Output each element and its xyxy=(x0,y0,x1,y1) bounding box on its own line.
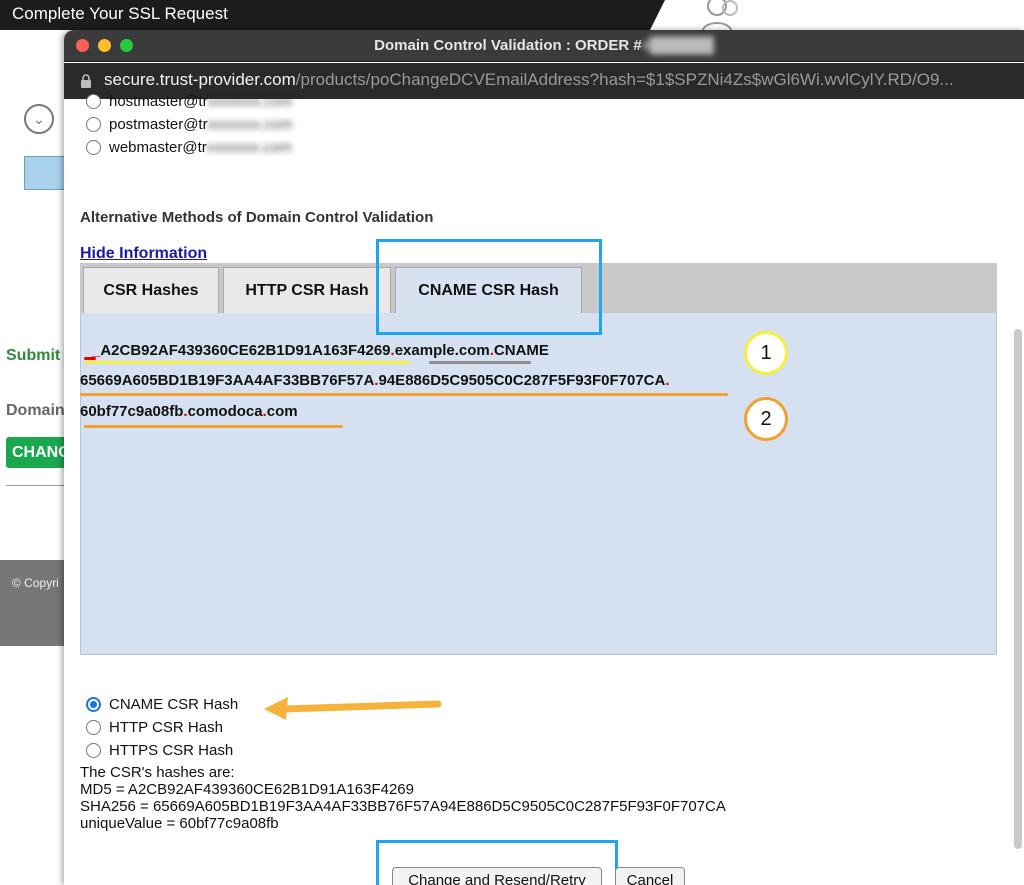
scrollbar[interactable] xyxy=(1012,329,1024,885)
cname-tab-highlight-box xyxy=(376,239,602,335)
tab-csr-hashes[interactable]: CSR Hashes xyxy=(83,267,219,313)
background-copyright: © Copyri xyxy=(12,576,59,590)
method-option-cname[interactable]: CNAME CSR Hash xyxy=(86,696,238,713)
hash-yellow-underline xyxy=(84,361,410,364)
domain-gray-underline xyxy=(429,361,531,364)
method-option-http[interactable]: HTTP CSR Hash xyxy=(86,719,223,736)
cancel-button[interactable]: Cancel xyxy=(615,867,685,885)
change-resend-button[interactable]: Change and Resend/Retry xyxy=(392,867,602,885)
hide-information-link[interactable]: Hide Information xyxy=(80,245,207,263)
cname-target-domain: 60bf77c9a08fb.comodoca.com xyxy=(80,403,298,420)
lock-icon xyxy=(81,74,91,88)
arrow-left-icon xyxy=(264,697,442,720)
order-number-blurred: 4██████ xyxy=(641,37,714,54)
background-divider xyxy=(6,485,66,486)
scrollbar-thumb[interactable] xyxy=(1014,329,1022,849)
email-option-webmaster[interactable]: webmaster@tr xxxxxxx.com xyxy=(86,139,292,156)
popup-content: hostmaster@tr xxxxxxx.com postmaster@tr xx… xyxy=(64,93,1024,885)
radio-button[interactable] xyxy=(86,743,101,758)
background-page-title: Complete Your SSL Request xyxy=(12,4,228,23)
cname-target-line: 65669A605BD1B19F3AA4AF33BB76F57A.94E886D… xyxy=(80,372,670,389)
alt-methods-heading: Alternative Methods of Domain Control Va… xyxy=(80,209,434,226)
screen: Complete Your SSL Request ⌄ Submit Domai… xyxy=(0,0,1024,885)
url-text[interactable]: secure.trust-provider.com/products/poCha… xyxy=(104,70,954,90)
chevron-down-icon[interactable]: ⌄ xyxy=(24,104,54,134)
dcv-popup-window: Domain Control Validation : ORDER #4████… xyxy=(64,30,1024,885)
cname-panel xyxy=(80,313,997,655)
background-footer xyxy=(0,560,64,646)
email-option-hostmaster[interactable]: hostmaster@tr xxxxxxx.com xyxy=(86,93,293,110)
method-option-https[interactable]: HTTPS CSR Hash xyxy=(86,742,233,759)
email-option-postmaster[interactable]: postmaster@tr xxxxxxx.com xyxy=(86,116,293,133)
background-change-button[interactable]: CHANGE xyxy=(6,437,70,468)
underscore-red-mark xyxy=(84,357,96,360)
step-badge-1: 1 xyxy=(744,331,788,375)
tab-http-csr-hash[interactable]: HTTP CSR Hash xyxy=(223,267,391,313)
target-orange-underline xyxy=(80,393,728,396)
cname-record-name: _A2CB92AF439360CE62B1D91A163F4269.exampl… xyxy=(92,342,549,359)
background-domain-label: Domain xyxy=(6,402,65,419)
user-icon xyxy=(701,0,738,32)
background-submit-label: Submit xyxy=(6,347,61,364)
window-titlebar[interactable]: Domain Control Validation : ORDER #4████… xyxy=(64,30,1024,62)
radio-button[interactable] xyxy=(86,720,101,735)
radio-button[interactable] xyxy=(86,117,101,132)
radio-button-checked[interactable] xyxy=(86,697,101,712)
csr-hash-info: The CSR's hashes are: MD5 = A2CB92AF4393… xyxy=(80,764,726,832)
radio-button[interactable] xyxy=(86,140,101,155)
domain-orange-underline xyxy=(84,425,343,428)
step-badge-2: 2 xyxy=(744,397,788,441)
window-title: Domain Control Validation : ORDER #4████… xyxy=(374,37,714,54)
radio-button[interactable] xyxy=(86,94,101,109)
